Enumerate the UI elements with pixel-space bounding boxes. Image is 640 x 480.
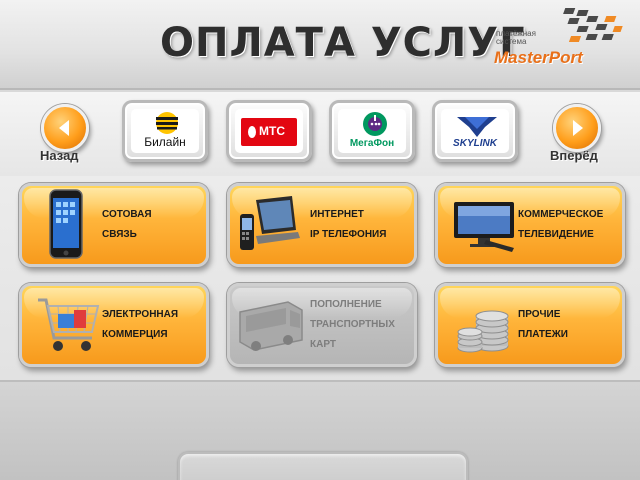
beeline-logo-icon	[156, 112, 178, 134]
operator-mts-label: МТС	[259, 124, 285, 138]
service-other-text: ПРОЧИЕ ПЛАТЕЖИ	[518, 286, 626, 364]
service-internet-text: ИНТЕРНЕТ IP ТЕЛЕФОНИЯ	[310, 186, 418, 264]
back-button[interactable]	[41, 104, 89, 152]
coins-icon	[457, 310, 509, 353]
mobile-phone-icon	[49, 189, 83, 259]
operator-beeline-inner: Билайн	[131, 109, 199, 153]
operator-mts[interactable]: МТС	[226, 100, 312, 162]
service-ecommerce-text: ЭЛЕКТРОННАЯ КОММЕРЦИЯ	[102, 286, 210, 364]
service-tv-line-1: КОММЕРЧЕСКОЕ	[518, 209, 604, 220]
mts-logo-icon: МТС	[241, 118, 297, 146]
operator-mts-inner: МТС	[235, 109, 303, 153]
service-other-line-1: ПРОЧИЕ	[518, 309, 561, 320]
service-ecommerce[interactable]: ЭЛЕКТРОННАЯ КОММЕРЦИЯ	[19, 283, 209, 367]
footer-panel	[178, 452, 468, 480]
operator-megafon-label: МегаФон	[349, 138, 395, 149]
logo-subtitle: платёжная система	[496, 29, 536, 46]
laptop-phone-icon	[240, 196, 300, 250]
service-other-line-2: ПЛАТЕЖИ	[518, 329, 568, 340]
megafon-logo-icon	[363, 112, 387, 136]
skylink-logo-icon	[457, 117, 497, 137]
back-label[interactable]: Назад	[40, 148, 79, 163]
service-tv[interactable]: КОММЕРЧЕСКОЕ ТЕЛЕВИДЕНИЕ	[435, 183, 625, 267]
forward-button[interactable]	[553, 104, 601, 152]
service-mobile-line-2: СВЯЗЬ	[102, 229, 137, 240]
operator-skylink-label: SKYLINK	[453, 138, 497, 149]
logo-name: MasterPort	[494, 48, 583, 67]
header: ОПЛАТА УСЛУГ платёжная система MasterPor…	[0, 0, 640, 90]
operator-beeline[interactable]: Билайн	[122, 100, 208, 162]
service-transport-line-2: ТРАНСПОРТНЫХ	[310, 319, 395, 330]
service-tv-line-2: ТЕЛЕВИДЕНИЕ	[518, 229, 594, 240]
chevron-right-icon	[573, 120, 583, 136]
operator-megafon-inner: МегаФон	[338, 109, 406, 153]
chevron-left-icon	[59, 120, 69, 136]
operator-skylink[interactable]: SKYLINK	[432, 100, 518, 162]
service-transport-line-1: ПОПОЛНЕНИЕ	[310, 299, 382, 310]
shopping-cart-icon	[38, 298, 100, 351]
service-internet-line-2: IP ТЕЛЕФОНИЯ	[310, 229, 387, 240]
service-mobile[interactable]: СОТОВАЯ СВЯЗЬ	[19, 183, 209, 267]
forward-label[interactable]: Вперёд	[550, 148, 598, 163]
service-tv-text: КОММЕРЧЕСКОЕ ТЕЛЕВИДЕНИЕ	[518, 186, 626, 264]
bus-icon	[239, 301, 303, 351]
operator-skylink-inner: SKYLINK	[441, 109, 509, 153]
operator-strip	[0, 92, 640, 176]
service-internet[interactable]: ИНТЕРНЕТ IP ТЕЛЕФОНИЯ	[227, 183, 417, 267]
service-transport-line-3: КАРТ	[310, 339, 336, 350]
service-other-payments[interactable]: ПРОЧИЕ ПЛАТЕЖИ	[435, 283, 625, 367]
service-internet-line-1: ИНТЕРНЕТ	[310, 209, 364, 220]
service-mobile-text: СОТОВАЯ СВЯЗЬ	[102, 186, 210, 264]
page-title: ОПЛАТА УСЛУГ	[160, 20, 526, 66]
mts-egg-icon	[248, 126, 256, 138]
operator-beeline-label: Билайн	[144, 135, 186, 149]
operator-megafon[interactable]: МегаФон	[329, 100, 415, 162]
service-ecommerce-line-1: ЭЛЕКТРОННАЯ	[102, 309, 179, 320]
service-mobile-line-1: СОТОВАЯ	[102, 209, 152, 220]
service-ecommerce-line-2: КОММЕРЦИЯ	[102, 329, 168, 340]
footer	[0, 380, 640, 480]
service-transport-text: ПОПОЛНЕНИЕ ТРАНСПОРТНЫХ КАРТ	[310, 286, 418, 364]
service-transport-cards[interactable]: ПОПОЛНЕНИЕ ТРАНСПОРТНЫХ КАРТ	[227, 283, 417, 367]
masterport-logo: платёжная система MasterPort	[494, 6, 634, 67]
tv-icon	[454, 202, 514, 252]
